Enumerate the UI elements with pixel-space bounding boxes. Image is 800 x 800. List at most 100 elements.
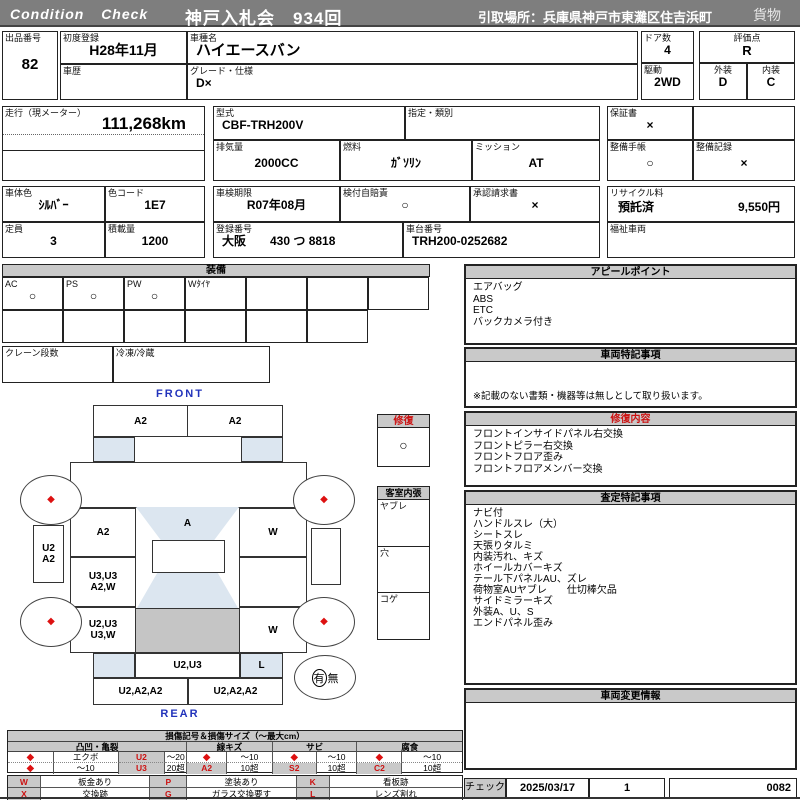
approval-request-label: 承認請求書 [473,188,519,198]
legend-desc-p: 塗装あり [187,776,297,788]
repair-details-title: 修復内容 [466,413,795,426]
spare-tire-indicator: 有 無 [294,655,356,700]
legend-desc-w: 板金あり [40,776,151,788]
panel-rear-gate: U2,U3 [135,653,240,678]
equipment-empty-cell [368,277,429,310]
equipment-wtire-label: Wﾀｲﾔ [188,279,210,289]
grade-value: D× [196,76,212,90]
auction-condition-sheet: Condition Check 神戸入札会 934回 引取場所：兵庫県神戸市東灘… [0,0,800,800]
warranty-label: 保証書 [610,108,638,118]
check-date: 2025/03/17 [519,782,576,794]
serial-number-cell: 0082 [669,778,797,798]
pickup-location: 引取場所：兵庫県神戸市東灘区住吉浜町 [478,10,713,25]
legend-group-dents: 凸凹・亀裂 [8,742,188,752]
rear-direction-label: REAR [160,708,200,720]
panel-roof-front [152,540,225,573]
load-capacity-label: 積載量 [108,224,136,234]
color-code-cell: 色コード 1E7 [105,186,205,222]
panel-rear-bumper-right: U2,A2,A2 [188,678,283,705]
assessment-item: 荷物室AUヤブレ 仕切棒欠品 [473,585,617,596]
fuel-value: ｶﾞｿﾘﾝ [390,156,421,170]
lot-number-value: 82 [21,56,39,73]
chassis-number-cell: 車台番号 TRH200-0252682 [403,222,600,258]
designation-label: 指定・類別 [408,108,454,118]
panel-left-side: U2 A2 [33,525,64,583]
cargo-tag: 貨物 [753,7,781,23]
auction-title: 神戸入札会 934回 [185,9,343,28]
lot-number-cell: 出品番号 82 [2,31,58,100]
displacement-cell: 排気量 2000CC [213,140,340,181]
designation-cell: 指定・類別 [405,106,600,140]
welfare-vehicle-cell: 福祉車両 [607,222,795,258]
grade-cell: グレード・仕様 D× [187,64,638,100]
equipment-pw-value: ○ [150,289,159,303]
insurance-label: 検付自賠責 [343,188,389,198]
assessment-item: ハンドルスレ（大） [473,519,563,530]
repair-detail-item: フロントフロア歪み [473,452,563,463]
panel-right-side [311,528,341,585]
assessment-item: シートスレ [473,530,523,541]
damage-legend-table: 損傷記号＆損傷サイズ（～最大cm） 凸凹・亀裂 線キズ サビ 腐食 ◆ エクボ … [7,730,463,774]
crane-steps-label: クレーン段数 [5,348,59,358]
transmission-cell: ミッション AT [472,140,600,181]
first-registration-cell: 初度登録 H28年11月 [60,31,187,64]
repair-flag-title: 修復 [378,415,429,428]
maintenance-book-label: 整備手帳 [610,142,647,152]
exterior-grade-label: 外装 [713,65,732,75]
warranty-cell: 保証書 × [607,106,693,140]
vehicle-notes-disclaimer: ※記載のない書類・機器等は無しとして取り扱います。 [473,390,708,402]
recycle-fee-label: リサイクル料 [610,188,664,198]
transmission-label: ミッション [475,142,521,152]
equipment-empty-cell [2,310,63,343]
exterior-grade-value: D [718,75,728,89]
check-label-cell: チェック [464,778,506,798]
bottom-rule [0,797,800,799]
crane-steps-cell: クレーン段数 [2,346,113,383]
displacement-label: 排気量 [216,142,244,152]
color-code-label: 色コード [108,188,145,198]
maintenance-record-cell: 整備記録 × [693,140,795,181]
repair-detail-item: フロントフロアメンバー交換 [473,463,603,475]
legend-diamond-icon: ◆ [272,752,317,763]
assessment-item: エンドパネル歪み [473,618,553,629]
drive-value: 2WD [654,75,681,89]
equipment-empty-cell [307,310,368,343]
warranty-value: × [646,118,654,132]
load-capacity-value: 1200 [141,234,169,248]
assessment-item: テール下パネルAU、ズレ [473,574,587,585]
recycle-fee-value: 9,550円 [737,200,780,214]
legend-diamond-icon: ◆ [187,752,228,763]
maintenance-book-cell: 整備手帳 ○ [607,140,693,181]
cabin-lining-box: 客室内張 ヤブレ 穴 コゲ [377,486,430,640]
panel-rear-bumper-left: U2,A2,A2 [93,678,188,705]
recycle-fee-cell: リサイクル料 預託済 9,550円 [607,186,795,222]
assessment-item: 外装A、U、S [473,607,534,618]
panel-rear-window [137,573,238,608]
equipment-empty-cell [124,310,185,343]
check-count-cell: 1 [589,778,665,798]
grade-label: グレード・仕様 [190,66,254,76]
legend-code-a2: A2 [187,763,228,774]
legend-code-w: W [8,776,41,788]
mileage-value: 111,268km [101,114,186,133]
freezer-cell: 冷凍/冷蔵 [113,346,270,383]
equipment-empty-cell [63,310,124,343]
vehicle-notes-panel: 車両特記事項 ※記載のない書類・機器等は無しとして取り扱います。 [464,347,797,408]
inspection-expiry-value: R07年08月 [246,198,307,212]
legend-code-p: P [150,776,188,788]
panel-right-door [239,557,307,607]
registration-number-value: 大阪 430 つ 8818 [222,234,336,248]
vehicle-history-label: 車歴 [63,66,82,76]
repair-detail-item: フロントピラー右交換 [473,440,573,452]
equipment-ac-cell: AC ○ [2,277,63,310]
legend-code-u3: U3 [118,763,166,774]
header-band: Condition Check 神戸入札会 934回 引取場所：兵庫県神戸市東灘… [0,0,800,28]
panel-left-door: U3,U3 A2,W [70,557,136,607]
equipment-ps-value: ○ [89,289,98,303]
appeal-item: バックカメラ付き [473,316,553,328]
repair-details-panel: 修復内容 フロントインサイドパネル右交換 フロントピラー右交換 フロントフロア歪… [464,411,797,487]
damage-diamond-icon: ◆ [47,494,55,505]
model-code-label: 型式 [216,108,235,118]
drive-cell: 駆動 2WD [641,63,694,100]
maintenance-record-label: 整備記録 [696,142,733,152]
